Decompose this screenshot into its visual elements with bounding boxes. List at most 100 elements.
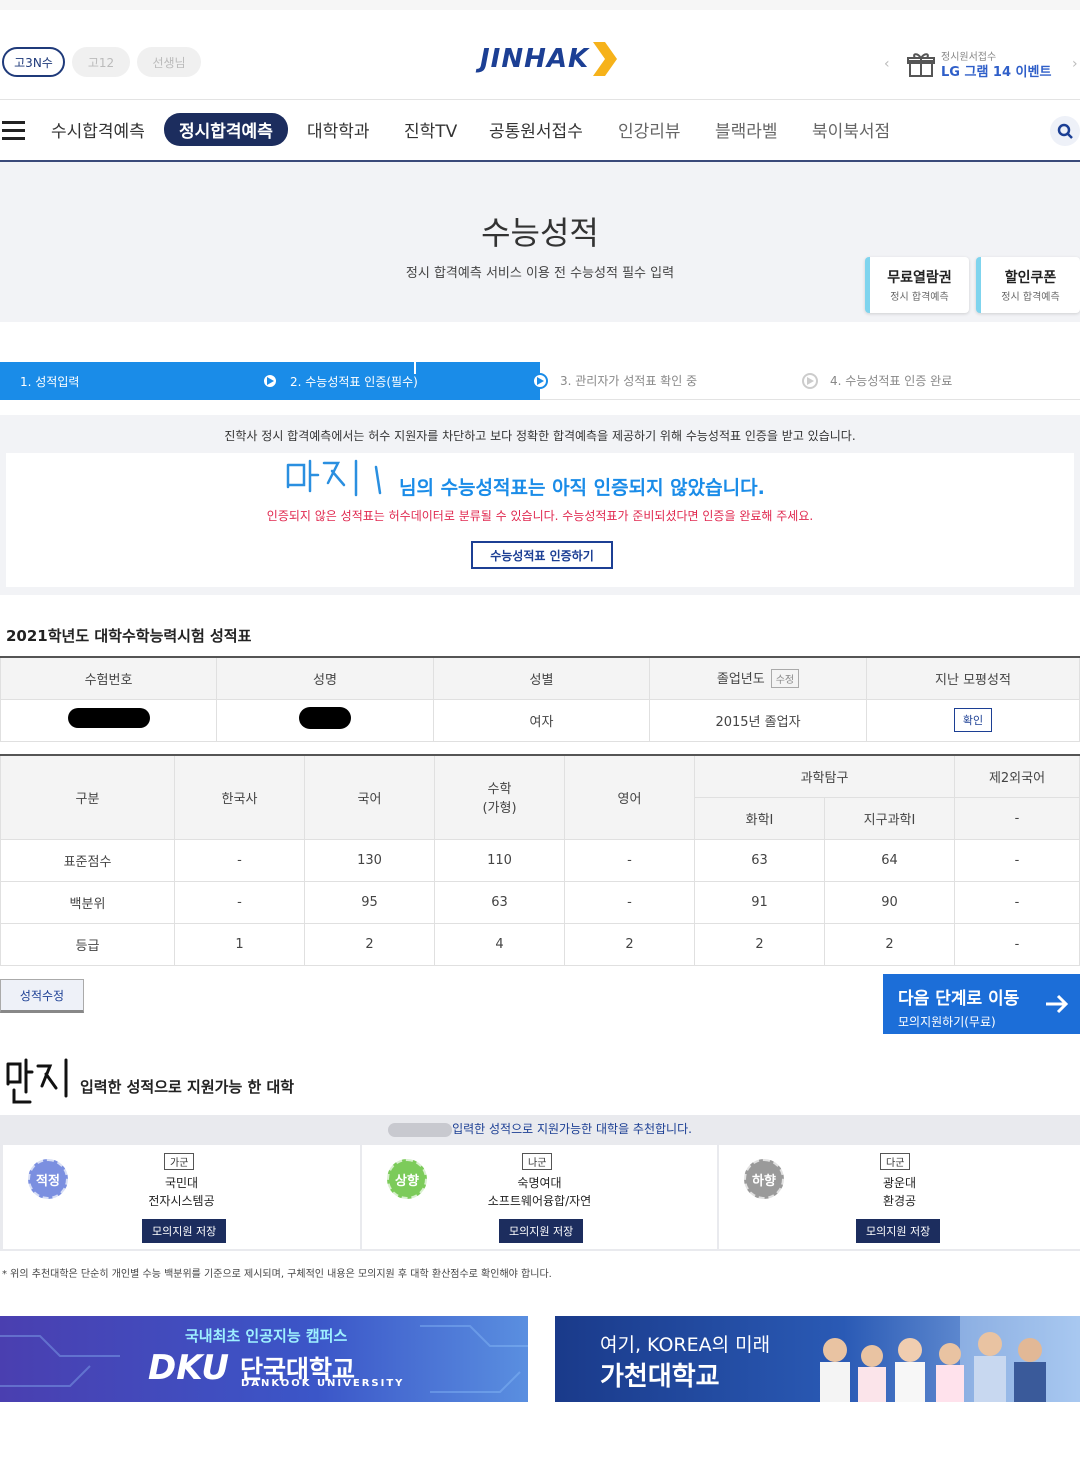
nav-university[interactable]: 대학학과 [307,117,370,142]
gachon-ad-banner[interactable]: 여기, KOREA의 미래 가천대학교 [555,1316,1080,1402]
step-label: 1. 성적입력 [20,374,80,389]
arrow-right-icon [1046,994,1069,1014]
col-math: 수학 (가형) [434,754,565,840]
redacted-mark [299,707,351,729]
search-button[interactable] [1050,116,1080,146]
step-label: 2. 수능성적표 인증(필수) [290,374,418,389]
jinhak-logo[interactable]: JINHAK [480,40,619,78]
edit-score-button[interactable]: 성적수정 [0,979,84,1013]
grad-year-edit-button[interactable]: 수정 [770,669,800,689]
recommend-note: 입력한 성적으로 지원가능한 대학을 추천합니다. [0,1115,1080,1137]
recommend-section: 입력한 성적으로 지원가능한 대학을 추천합니다. 적정 가군 국민대 전자시스… [0,1115,1080,1251]
col-english: 영어 [564,754,695,840]
chip-n-student[interactable]: 고3N수 [2,47,65,77]
nav-lecture-review[interactable]: 인강리뷰 [618,117,681,142]
step-tick [414,362,416,374]
promo-prev-icon[interactable]: ‹ [884,56,890,72]
cell: - [174,880,305,924]
redacted-mark [67,708,150,728]
cell: - [954,880,1080,924]
row-label: 백분위 [0,880,175,924]
menu-icon[interactable] [2,121,25,141]
main-nav: 수시합격예측 정시합격예측 대학학과 진학TV 공통원서접수 인강리뷰 블랙라벨… [0,100,1080,162]
cell: - [564,880,695,924]
col-foreign-sub: - [954,796,1080,840]
past-mock-value: 확인 [866,698,1080,742]
university-name: 국민대 [164,1176,199,1190]
group-tag: 나군 [522,1153,553,1170]
site-header: 고3N수 고12 선생님 JINHAK ‹ 정시원서접수 LG 그램 14 이벤… [0,10,1080,100]
search-icon [1057,123,1073,139]
coupon-sub: 정시 합격예측 [1001,292,1060,303]
math-type: (가형) [482,801,517,817]
discount-coupon[interactable]: 할인쿠폰 정시 합격예측 [976,257,1080,313]
past-mock-confirm-button[interactable]: 확인 [953,708,993,732]
recommend-note-text: 입력한 성적으로 지원가능한 대학을 추천합니다. [452,1122,692,1136]
department-name: 환경공 [882,1194,917,1208]
cell: - [954,838,1080,882]
cell: - [954,922,1080,966]
cell: 91 [694,880,825,924]
chip-teacher[interactable]: 선생님 [137,47,201,77]
nav-black-label[interactable]: 블랙라벨 [715,117,778,142]
next-step-button[interactable]: 다음 단계로 이동 모의지원하기(무료) [883,974,1080,1034]
col-science: 과학탐구 [694,754,955,798]
col-grad-year-label: 졸업년도 [716,672,765,688]
promo-next-icon[interactable]: › [1072,56,1078,72]
save-mock-button[interactable]: 모의지원 저장 [856,1219,941,1243]
table-row: 백분위 - 95 63 - 91 90 - [0,880,1080,924]
ad2-line1: 여기, KOREA의 미래 [600,1334,771,1356]
col-past-mock: 지난 모평성적 [866,656,1080,700]
gift-icon [907,53,935,77]
cell: 2 [304,922,435,966]
math-label: 수학 [487,782,512,798]
cell: 1 [174,922,305,966]
certify-button[interactable]: 수능성적표 인증하기 [471,541,613,569]
cell: - [564,838,695,882]
exam-number-value [0,698,217,742]
col-korean-history: 한국사 [174,754,305,840]
university-name: 숙명여대 [517,1176,562,1190]
col-grad-year: 졸업년도 수정 [649,656,867,700]
handwritten-name-scribble [6,1058,68,1104]
cell: 64 [824,838,955,882]
row-label: 등급 [0,922,175,966]
step-3: 3. 관리자가 성적표 확인 중 [540,362,818,400]
save-mock-button[interactable]: 모의지원 저장 [142,1219,227,1243]
table-row: 등급 1 2 4 2 2 2 - [0,922,1080,966]
col-foreign: 제2외국어 [954,754,1080,798]
university-name: 광운대 [882,1176,917,1190]
certification-box: 님의 수능성적표는 아직 인증되지 않았습니다. 인증되지 않은 성적표는 허수… [6,453,1074,587]
step-play-icon [262,373,278,389]
free-pass-coupon[interactable]: 무료열람권 정시 합격예측 [865,257,969,313]
department-name: 전자시스템공 [148,1194,215,1208]
nav-susi[interactable]: 수시합격예측 [51,117,145,142]
promo-title: LG 그램 14 이벤트 [941,65,1052,80]
cell: 2 [694,922,825,966]
chip-grade12[interactable]: 고12 [72,47,130,77]
scorecard-title: 2021학년도 대학수학능력시험 성적표 [6,627,252,645]
logo-text: JINHAK [480,44,590,74]
ad2-line2: 가천대학교 [600,1362,720,1392]
dankook-ad-banner[interactable]: 국내최초 인공지능 캠퍼스 DKU 단국대학교 DANKOOK UNIVERSI… [0,1316,528,1402]
col-exam-number: 수험번호 [0,656,217,700]
promo-banner[interactable]: 정시원서접수 LG 그램 14 이벤트 [907,50,1051,80]
step-2: 2. 수능성적표 인증(필수) [270,362,548,400]
ad1-headline: 국내최초 인공지능 캠퍼스 [185,1327,348,1345]
progress-steps: 1. 성적입력 2. 수능성적표 인증(필수) 3. 관리자가 성적표 확인 중… [0,362,1080,400]
coupon-title: 무료열람권 [887,270,952,286]
student-info-table: 수험번호 성명 성별 졸업년도 수정 지난 모평성적 여자 2015년 졸업자 확… [0,656,1080,742]
cell: 63 [694,838,825,882]
top-strip [0,0,1080,10]
save-mock-button[interactable]: 모의지원 저장 [499,1219,584,1243]
nav-bookstore[interactable]: 북이북서점 [812,117,890,142]
page-title: 수능성적 [481,214,599,252]
nav-jinhak-tv[interactable]: 진학TV [404,117,457,142]
cell: 2 [564,922,695,966]
nav-common-application[interactable]: 공통원서접수 [489,117,583,142]
nav-jeongsi[interactable]: 정시합격예측 [164,113,288,146]
certification-warning: 인증되지 않은 성적표는 허수데이터로 분류될 수 있습니다. 수능성적표가 준… [266,509,814,523]
recommend-card: 적정 가군 국민대 전자시스템공 모의지원 저장 [3,1145,360,1249]
certification-status: 님의 수능성적표는 아직 인증되지 않았습니다. [399,477,765,499]
logo-chevron-icon [593,42,618,76]
